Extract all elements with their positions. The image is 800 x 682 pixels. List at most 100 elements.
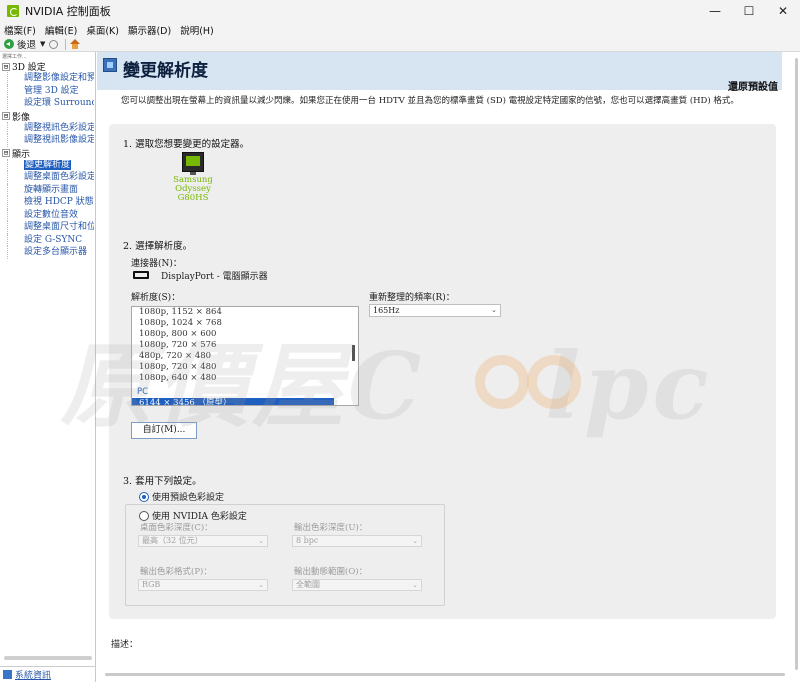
sidebar-scrollbar[interactable] — [4, 656, 92, 660]
task-tree: ⊟ 3D 設定 調整影像設定和預覽 管理 3D 設定 設定環 Surround、… — [2, 61, 94, 260]
resolution-list-scrollbar[interactable] — [352, 345, 355, 361]
back-dropdown-icon[interactable]: ▼ — [40, 40, 45, 48]
sidebar-item-desktop-size[interactable]: 調整桌面尺寸和位置 — [7, 221, 94, 234]
dynamic-range-select: 全範圍 ⌄ — [292, 579, 422, 591]
list-item[interactable]: 1080p, 720 × 576 — [132, 340, 358, 351]
monitor-selector[interactable]: Samsung Odyssey G80HS — [159, 152, 227, 203]
menu-desktop[interactable]: 桌面(K) — [86, 23, 119, 37]
sidebar-item-manage-3d[interactable]: 管理 3D 設定 — [7, 84, 94, 97]
connector-value: DisplayPort - 電腦顯示器 — [161, 272, 268, 282]
page-header: 變更解析度 還原預設值 — [97, 52, 782, 93]
default-color-label: 使用預設色彩設定 — [152, 493, 225, 503]
sidebar-item-hdcp-status[interactable]: 檢視 HDCP 狀態 — [7, 196, 94, 209]
monitor-name-line1: Samsung Odyssey — [173, 175, 213, 194]
title-bar: NVIDIA 控制面板 — ☐ ✕ — [0, 0, 800, 22]
page-description: 您可以調整出現在螢幕上的資訊量以減少閃爍。如果您正在使用一台 HDTV 並且為您… — [121, 96, 739, 106]
window-controls: — ☐ ✕ — [698, 0, 800, 22]
list-item[interactable]: 1080p, 1024 × 768 — [132, 318, 358, 329]
sidebar-item-rotate-display[interactable]: 旋轉顯示畫面 — [7, 183, 94, 196]
default-color-option[interactable]: 使用預設色彩設定 — [139, 490, 224, 503]
chevron-down-icon: ⌄ — [491, 306, 497, 314]
connector-label: 連接器(N)： — [131, 259, 182, 269]
tree-group-3d: ⊟ 3D 設定 調整影像設定和預覽 管理 3D 設定 設定環 Surround、… — [2, 61, 94, 110]
step2-heading: 2. 選擇解析度。 — [123, 241, 193, 252]
output-format-value: RGB — [142, 580, 161, 589]
tree-head-label: 顯示 — [12, 149, 31, 160]
nvidia-logo-icon — [7, 5, 19, 17]
sidebar-item-video-color[interactable]: 調整視訊色彩設定 — [7, 121, 94, 134]
tree-head-label: 影像 — [12, 112, 31, 123]
page-title: 變更解析度 — [123, 61, 208, 81]
menu-edit[interactable]: 編輯(E) — [45, 23, 77, 37]
menu-display[interactable]: 顯示器(D) — [128, 23, 171, 37]
sidebar-item-desktop-color[interactable]: 調整桌面色彩設定 — [7, 171, 94, 184]
nvidia-color-settings: 桌面色彩深度(C)： 最高（32 位元） ⌄ 輸出色彩深度(U)： 8 bpc … — [125, 504, 445, 606]
chevron-down-icon: ⌄ — [412, 537, 418, 545]
resolution-list[interactable]: 1080p, 1152 × 864 1080p, 1024 × 768 1080… — [131, 306, 359, 406]
description-label: 描述： — [111, 640, 139, 650]
menu-bar: 檔案(F) 編輯(E) 桌面(K) 顯示器(D) 說明(H) — [0, 22, 800, 37]
minimize-button[interactable]: — — [698, 0, 732, 22]
dynamic-range-label: 輸出動態範圍(O)： — [294, 567, 368, 577]
step1-heading: 1. 選取您想要變更的設定器。 — [123, 139, 250, 150]
collapse-icon[interactable]: ⊟ — [2, 112, 10, 120]
forward-arrow-icon[interactable] — [49, 39, 59, 49]
sidebar-hint: 選擇工作... — [2, 54, 27, 60]
refresh-rate-value: 165Hz — [373, 306, 400, 315]
resolution-label: 解析度(S)： — [131, 293, 181, 303]
desktop-depth-label: 桌面色彩深度(C)： — [140, 523, 213, 533]
menu-file[interactable]: 檔案(F) — [4, 23, 36, 37]
sidebar-item-digital-audio[interactable]: 設定數位音效 — [7, 208, 94, 221]
list-item[interactable]: 1080p, 1152 × 864 — [132, 307, 358, 318]
output-format-select: RGB ⌄ — [138, 579, 268, 591]
tree-head-video[interactable]: ⊟ 影像 — [2, 111, 94, 123]
toolbar: 後退 ▼ — [0, 37, 800, 52]
window-title: NVIDIA 控制面板 — [25, 5, 111, 18]
toolbar-divider — [65, 38, 67, 50]
list-item[interactable]: 1080p, 720 × 480 — [132, 362, 358, 373]
selected-resolution[interactable]: 6144 × 3456 （原型） — [132, 398, 334, 405]
list-item[interactable]: 1080p, 640 × 480 — [132, 373, 358, 384]
tree-head-3d[interactable]: ⊟ 3D 設定 — [2, 61, 94, 73]
output-format-label: 輸出色彩格式(P)： — [140, 567, 212, 577]
display-settings-icon — [103, 58, 117, 72]
main-content: 變更解析度 還原預設值 您可以調整出現在螢幕上的資訊量以減少閃爍。如果您正在使用… — [97, 52, 800, 682]
tree-group-display: ⊟ 顯示 變更解析度 調整桌面色彩設定 旋轉顯示畫面 檢視 HDCP 狀態 設定… — [2, 148, 94, 259]
radio-default-color[interactable] — [139, 491, 149, 502]
monitor-icon — [182, 152, 204, 175]
tree-group-video: ⊟ 影像 調整視訊色彩設定 調整視訊影像設定 — [2, 111, 94, 147]
sidebar-item-surround-physx[interactable]: 設定環 Surround、PhysX — [7, 97, 94, 110]
maximize-button[interactable]: ☐ — [732, 0, 766, 22]
tree-head-display[interactable]: ⊟ 顯示 — [2, 148, 94, 160]
close-button[interactable]: ✕ — [766, 0, 800, 22]
sidebar: 選擇工作... ⊟ 3D 設定 調整影像設定和預覽 管理 3D 設定 設定環 S… — [0, 52, 96, 682]
system-info-link[interactable]: 系統資訊 — [15, 668, 51, 681]
sidebar-item-adjust-image-preview[interactable]: 調整影像設定和預覽 — [7, 72, 94, 85]
restore-defaults-link[interactable]: 還原預設值 — [728, 78, 778, 93]
monitor-name-line2: G80HS — [177, 193, 209, 203]
sidebar-item-change-resolution[interactable]: 變更解析度 — [7, 158, 94, 171]
sidebar-item-gsync[interactable]: 設定 G-SYNC — [7, 233, 94, 246]
collapse-icon[interactable]: ⊟ — [2, 149, 10, 157]
resolution-group-pc: PC — [137, 387, 149, 397]
system-info-icon — [3, 670, 12, 679]
sidebar-footer: 系統資訊 — [0, 666, 96, 682]
list-item[interactable]: 1080p, 800 × 600 — [132, 329, 358, 340]
sidebar-item-video-image[interactable]: 調整視訊影像設定 — [7, 134, 94, 147]
list-item[interactable]: 480p, 720 × 480 — [132, 351, 358, 362]
menu-help[interactable]: 說明(H) — [180, 23, 214, 37]
home-icon[interactable] — [70, 39, 81, 49]
displayport-icon — [133, 271, 149, 279]
output-depth-select: 8 bpc ⌄ — [292, 535, 422, 547]
main-vertical-scrollbar[interactable] — [795, 58, 798, 670]
custom-button[interactable]: 自訂(M)... — [131, 422, 197, 439]
output-depth-value: 8 bpc — [296, 536, 319, 545]
chevron-down-icon: ⌄ — [258, 537, 264, 545]
dynamic-range-value: 全範圍 — [296, 580, 320, 589]
collapse-icon[interactable]: ⊟ — [2, 62, 10, 71]
back-button[interactable]: 後退 — [17, 37, 36, 51]
sidebar-item-multi-display[interactable]: 設定多台顯示器 — [7, 246, 94, 259]
back-arrow-icon[interactable] — [4, 39, 14, 49]
refresh-rate-select[interactable]: 165Hz ⌄ — [369, 304, 501, 317]
main-horizontal-scrollbar[interactable] — [105, 673, 785, 676]
